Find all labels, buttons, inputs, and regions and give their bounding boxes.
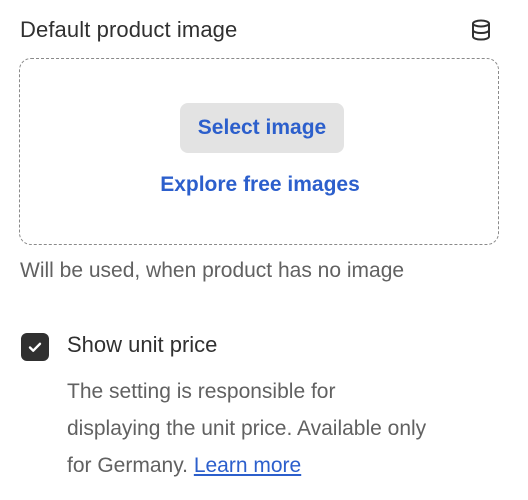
select-image-button[interactable]: Select image: [180, 103, 344, 153]
image-dropzone[interactable]: Select image Explore free images: [19, 58, 499, 245]
description-line-last: for Germany. Learn more: [67, 447, 517, 484]
unit-price-description: The setting is responsible for displayin…: [67, 373, 517, 484]
description-text: for Germany.: [67, 454, 188, 477]
learn-more-link[interactable]: Learn more: [194, 454, 301, 477]
checkmark-icon: [28, 342, 42, 352]
database-icon[interactable]: [468, 17, 494, 43]
explore-free-images-link[interactable]: Explore free images: [20, 173, 500, 197]
show-unit-price-checkbox[interactable]: [21, 333, 49, 361]
section-header: Default product image: [20, 13, 494, 47]
description-line: The setting is responsible for: [67, 380, 336, 403]
checkbox-label[interactable]: Show unit price: [67, 332, 217, 358]
help-text: Will be used, when product has no image: [20, 259, 405, 282]
description-line: displaying the unit price. Available onl…: [67, 417, 427, 440]
section-title: Default product image: [20, 17, 238, 42]
